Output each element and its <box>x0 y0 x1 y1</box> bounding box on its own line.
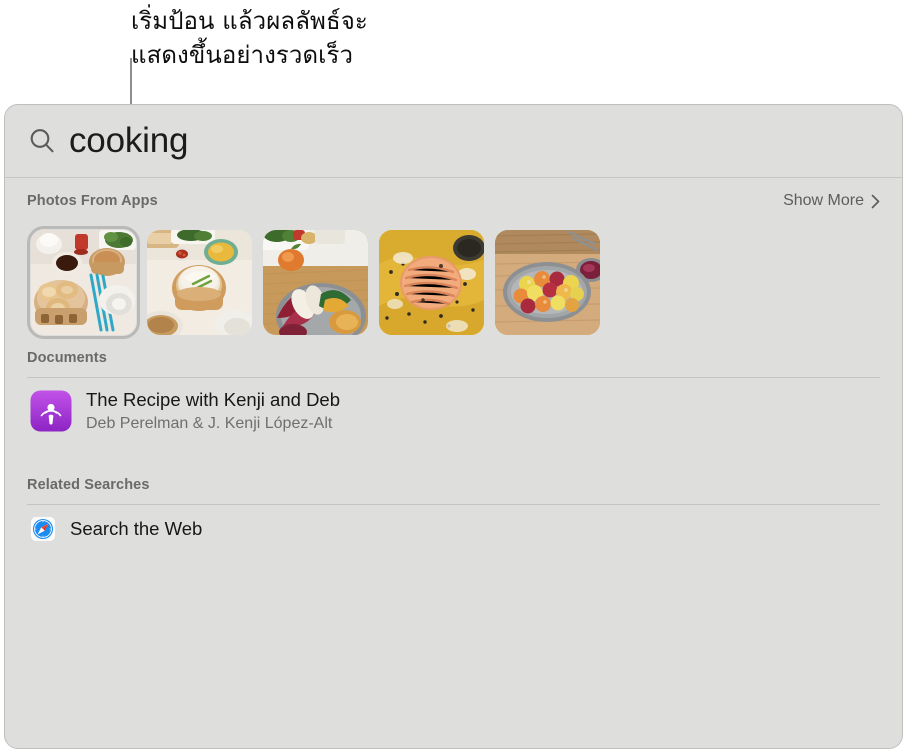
safari-icon <box>30 516 56 542</box>
related-section-header: Related Searches <box>27 468 880 502</box>
photo-thumbnail-3[interactable] <box>263 230 368 335</box>
apple-podcasts-icon <box>30 390 72 432</box>
section-photos-from-apps: Photos From Apps Show More <box>5 184 902 339</box>
photo-thumbnail-2[interactable] <box>147 230 252 335</box>
document-result-title: The Recipe with Kenji and Deb <box>86 389 341 410</box>
document-result-row[interactable]: The Recipe with Kenji and Deb Deb Perelm… <box>27 378 880 444</box>
related-result-row[interactable]: Search the Web <box>27 505 880 553</box>
photo-thumbnail-1[interactable] <box>27 226 140 339</box>
photo-results-strip <box>27 226 880 339</box>
search-icon <box>27 126 57 156</box>
section-documents: Documents The Recipe with Kenji and Deb … <box>5 341 902 444</box>
related-result-title: Search the Web <box>70 518 203 539</box>
documents-section-title: Documents <box>27 350 107 366</box>
section-related-searches: Related Searches Search the Web <box>5 468 902 553</box>
related-result-text: Search the Web <box>70 518 202 540</box>
search-divider <box>5 177 902 178</box>
photo-thumbnail-5[interactable] <box>495 230 600 335</box>
show-more-label: Show More <box>783 192 864 209</box>
search-field[interactable]: cooking <box>5 105 902 177</box>
callout-text: เริ่มป้อน แล้วผลลัพธ์จะ แสดงขึ้นอย่างรวด… <box>131 7 368 69</box>
callout-leader-line <box>130 58 132 110</box>
photos-section-title: Photos From Apps <box>27 193 158 209</box>
chevron-right-icon <box>871 194 880 209</box>
search-query-text: cooking <box>69 121 189 160</box>
related-section-title: Related Searches <box>27 477 150 493</box>
photo-thumbnail-4[interactable] <box>379 230 484 335</box>
documents-section-header: Documents <box>27 341 880 375</box>
document-result-subtitle: Deb Perelman & J. Kenji López-Alt <box>86 415 333 432</box>
related-spacer <box>5 444 902 462</box>
photos-section-header: Photos From Apps Show More <box>27 184 880 218</box>
spotlight-window: cooking Photos From Apps Show More Docum… <box>4 104 903 749</box>
document-result-text: The Recipe with Kenji and Deb Deb Perelm… <box>86 389 340 433</box>
show-more-button[interactable]: Show More <box>783 192 880 210</box>
